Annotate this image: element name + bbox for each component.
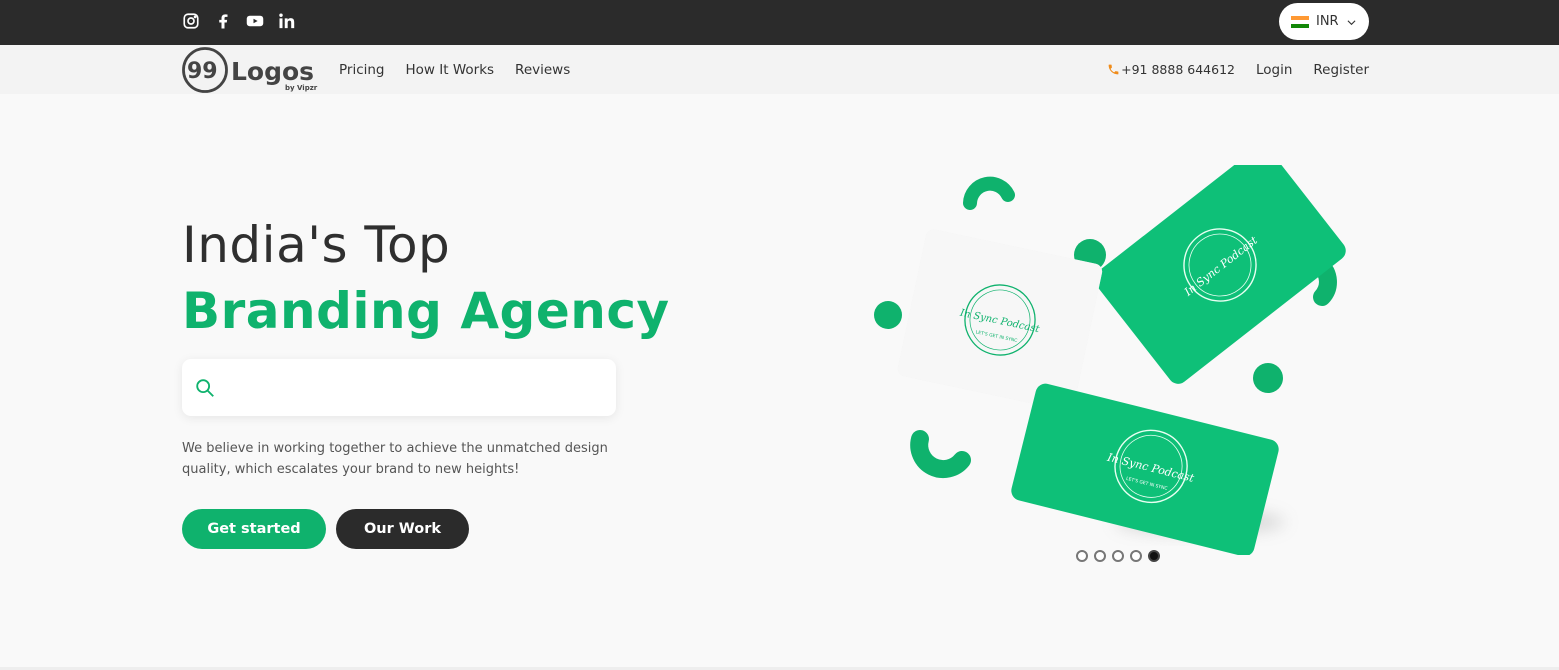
logo-wordmark: Logos	[231, 57, 314, 86]
search-input[interactable]	[226, 367, 616, 408]
linkedin-icon	[279, 13, 295, 29]
nav-link-reviews[interactable]: Reviews	[515, 62, 570, 78]
facebook-icon	[219, 14, 228, 29]
green-arc-shape	[910, 430, 971, 479]
nav-link-pricing[interactable]: Pricing	[339, 62, 385, 78]
nav-links: Pricing How It Works Reviews	[339, 45, 570, 94]
instagram-link[interactable]	[182, 12, 214, 30]
search-icon	[196, 378, 214, 397]
green-dot-shape	[874, 301, 902, 329]
carousel-dot[interactable]	[1130, 550, 1142, 562]
youtube-icon	[246, 15, 264, 27]
business-card-front: In Sync Podcast LET'S GET IN SYNC	[897, 229, 1103, 411]
phone-number: +91 8888 644612	[1121, 62, 1235, 77]
nav-link-how-it-works[interactable]: How It Works	[406, 62, 495, 78]
social-links	[182, 12, 310, 30]
india-flag-icon	[1291, 15, 1309, 28]
youtube-link[interactable]	[246, 12, 278, 30]
register-link[interactable]: Register	[1313, 62, 1369, 78]
chevron-down-icon	[1347, 20, 1356, 26]
hero-tagline: We believe in working together to achiev…	[182, 441, 608, 477]
carousel-dot[interactable]	[1076, 550, 1088, 562]
carousel-dot[interactable]	[1112, 550, 1124, 562]
get-started-button[interactable]: Get started	[182, 509, 326, 549]
top-bar: INR	[0, 0, 1559, 45]
carousel-dot[interactable]	[1094, 550, 1106, 562]
nav-right: +91 8888 644612 Login Register	[1107, 45, 1369, 94]
business-card-bottom: In Sync Podcast LET'S GET IN SYNC	[1011, 383, 1279, 555]
hero-title-line2: Branding Agency	[182, 282, 670, 340]
phone-link[interactable]: +91 8888 644612	[1107, 62, 1235, 77]
search-box	[182, 359, 616, 416]
flag-stripe-green	[1291, 23, 1309, 28]
logo[interactable]: 99 Logos by Vipzr	[182, 47, 322, 93]
hero-title: India's Top Branding Agency	[182, 212, 670, 344]
main-nav: 99 Logos by Vipzr Pricing How It Works R…	[0, 45, 1559, 94]
our-work-button[interactable]: Our Work	[336, 509, 469, 549]
logo-sub: by Vipzr	[285, 84, 318, 92]
carousel-dots	[1076, 550, 1160, 562]
business-card-back: In Sync Podcast	[1094, 165, 1346, 384]
hero-title-line1: India's Top	[182, 216, 451, 274]
phone-icon	[1108, 64, 1119, 75]
login-link[interactable]: Login	[1256, 62, 1292, 78]
instagram-icon	[183, 13, 199, 29]
currency-code: INR	[1316, 14, 1339, 29]
currency-selector[interactable]: INR	[1279, 3, 1369, 40]
logo-number: 99	[187, 59, 218, 84]
facebook-link[interactable]	[214, 12, 246, 30]
green-dot-shape	[1253, 363, 1283, 393]
linkedin-link[interactable]	[278, 12, 310, 30]
carousel-dot[interactable]	[1148, 550, 1160, 562]
green-arc-shape	[963, 176, 1015, 210]
hero-illustration: In Sync Podcast In Sync Podcast LET'S GE…	[874, 165, 1346, 555]
